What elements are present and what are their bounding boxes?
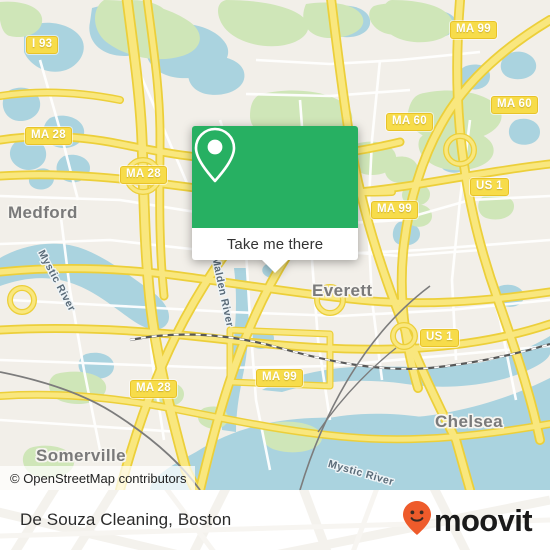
take-me-there-button[interactable]: Take me there xyxy=(192,228,358,260)
callout-header xyxy=(192,126,358,228)
moovit-pin-icon xyxy=(402,500,432,541)
map-attribution[interactable]: © OpenStreetMap contributors xyxy=(0,466,195,490)
attribution-text: © OpenStreetMap contributors xyxy=(10,470,187,486)
place-title: De Souza Cleaning, Boston xyxy=(20,510,232,529)
callout-tail xyxy=(262,260,288,273)
map-canvas[interactable]: Medford Everett Chelsea Somerville Mysti… xyxy=(0,0,550,490)
destination-callout-card[interactable]: Take me there xyxy=(192,126,358,273)
moovit-logo[interactable]: moovit xyxy=(402,500,550,541)
moovit-wordmark: moovit xyxy=(433,502,533,538)
moovit-map-screen: Medford Everett Chelsea Somerville Mysti… xyxy=(0,0,550,550)
bottom-info-bar: De Souza Cleaning, Boston moovit xyxy=(0,490,550,550)
take-me-there-label: Take me there xyxy=(226,235,324,253)
